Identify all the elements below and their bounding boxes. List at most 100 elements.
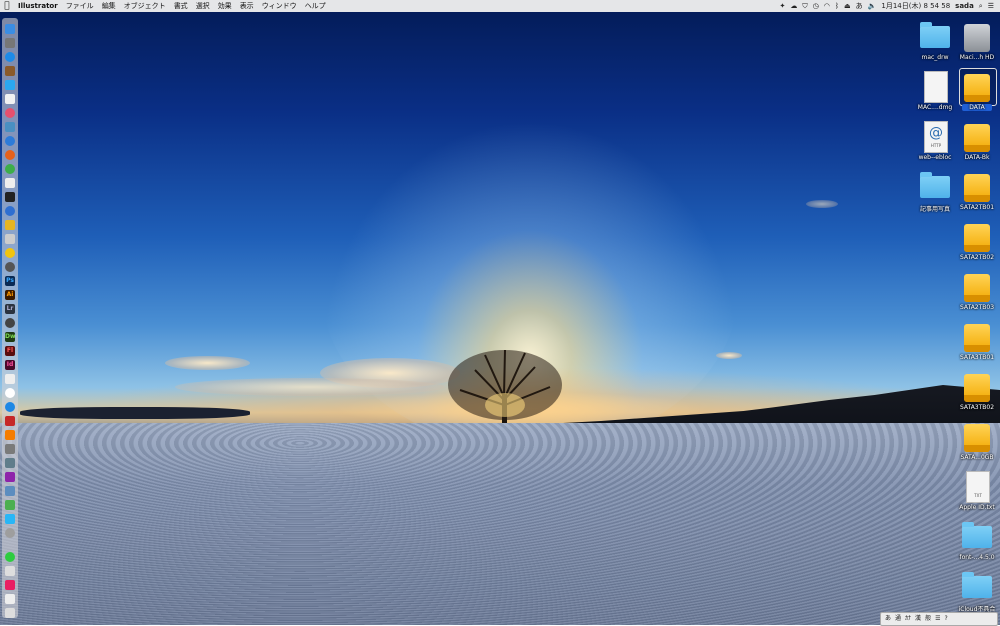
finder-icon[interactable] — [5, 24, 15, 34]
menu-app-name[interactable]: Illustrator — [14, 0, 62, 12]
app-icon[interactable] — [5, 472, 15, 482]
shield-icon[interactable]: ⛉ — [802, 0, 807, 12]
app-icon[interactable] — [5, 206, 15, 216]
desktop-icon-label: font-...4.5.0 — [959, 554, 995, 561]
time-machine-icon[interactable]: ◷ — [813, 0, 819, 12]
downloads-stack-icon[interactable] — [5, 608, 15, 618]
desktop-icon-drive[interactable]: SATA2TB03 — [955, 266, 999, 314]
desktop-icon-label: SATA2TB02 — [959, 254, 995, 261]
folder-icon — [920, 22, 950, 48]
folder-icon — [962, 572, 992, 598]
desktop-icon-drive[interactable]: SATA3TB01 — [955, 316, 999, 364]
eject-icon[interactable]: ⏏ — [844, 0, 851, 12]
ime-menu-icon[interactable]: ☰ — [935, 613, 940, 625]
desktop-icon-drive[interactable]: DATA-Bk — [955, 116, 999, 164]
chrome-icon[interactable] — [5, 164, 15, 174]
app-store-icon[interactable] — [5, 80, 15, 90]
preview-icon[interactable] — [5, 122, 15, 132]
desktop-wallpaper — [0, 0, 1000, 625]
app-icon[interactable] — [5, 402, 15, 412]
desktop-icon-drive-selected[interactable]: DATA — [955, 66, 999, 114]
app-icon[interactable] — [5, 458, 15, 468]
flash-icon[interactable]: Fl — [5, 346, 15, 356]
app-icon[interactable] — [5, 66, 15, 76]
notes-icon[interactable] — [5, 178, 15, 188]
desktop-icon-text-file[interactable]: TXT Apple ID.txt — [955, 466, 999, 514]
menu-file[interactable]: ファイル — [62, 0, 98, 12]
firefox-icon[interactable] — [5, 150, 15, 160]
app-icon[interactable] — [5, 262, 15, 272]
cloud — [175, 378, 445, 396]
ime-general[interactable]: 般 — [925, 613, 931, 625]
desktop-icon-folder[interactable]: mac_drw — [913, 16, 957, 64]
desktop-icon-drive[interactable]: SATA2TB02 — [955, 216, 999, 264]
menu-view[interactable]: 表示 — [236, 0, 258, 12]
bluetooth-icon[interactable]: ᛒ — [835, 0, 839, 12]
vlc-icon[interactable] — [5, 430, 15, 440]
photoshop-icon[interactable]: Ps — [5, 276, 15, 286]
lightroom-icon[interactable]: Lr — [5, 304, 15, 314]
input-method-icon[interactable]: あ — [856, 0, 863, 12]
illustrator-icon[interactable]: Ai — [5, 290, 15, 300]
desktop-icon-folder[interactable]: font-...4.5.0 — [955, 516, 999, 564]
launchpad-icon[interactable] — [5, 38, 15, 48]
app-icon[interactable] — [5, 318, 15, 328]
desktop-icon-folder[interactable]: 記事用写真 — [913, 166, 957, 214]
acrobat-icon[interactable] — [5, 374, 15, 384]
line-icon[interactable] — [5, 552, 15, 562]
wifi-icon[interactable]: ◠ — [824, 0, 830, 12]
app-icon[interactable] — [5, 514, 15, 524]
desktop-icon-label: SATA3TB02 — [959, 404, 995, 411]
radiation-icon[interactable] — [5, 248, 15, 258]
menu-help[interactable]: ヘルプ — [301, 0, 330, 12]
soccer-ball-icon[interactable] — [5, 388, 15, 398]
cloud-icon[interactable]: ☁ — [790, 0, 797, 12]
app-icon[interactable] — [5, 416, 15, 426]
indesign-icon[interactable]: Id — [5, 360, 15, 370]
calendar-icon[interactable] — [5, 94, 15, 104]
menu-effect[interactable]: 効果 — [214, 0, 236, 12]
desktop-icon-webloc[interactable]: @ HTTP web--ebloc — [913, 116, 957, 164]
desktop-icon-label: SATA2TB03 — [959, 304, 995, 311]
clock[interactable]: 1月14日(木) 8 54 58 — [881, 0, 950, 12]
app-icon[interactable] — [5, 234, 15, 244]
menu-window[interactable]: ウィンドウ — [258, 0, 301, 12]
desktop-icon-hard-drive[interactable]: Maci...h HD — [955, 16, 999, 64]
spotlight-icon[interactable]: ⌕ — [979, 0, 983, 12]
app-icon[interactable] — [5, 528, 15, 538]
external-drive-icon — [964, 374, 990, 402]
ime-kanji[interactable]: 漢 — [915, 613, 921, 625]
menu-type[interactable]: 書式 — [170, 0, 192, 12]
menu-edit[interactable]: 編集 — [98, 0, 120, 12]
app-icon[interactable] — [5, 486, 15, 496]
user-name[interactable]: sada — [955, 0, 974, 12]
app-icon[interactable] — [5, 136, 15, 146]
app-icon[interactable] — [5, 500, 15, 510]
app-icon[interactable] — [5, 580, 15, 590]
desktop-icon-dmg[interactable]: MAC....dmg — [913, 66, 957, 114]
help-icon[interactable]: ? — [944, 613, 947, 625]
itunes-icon[interactable] — [5, 108, 15, 118]
apple-menu-icon[interactable]:  — [0, 0, 14, 12]
volume-icon[interactable]: 🔈 — [868, 0, 877, 12]
dropbox-icon[interactable]: ✦ — [780, 0, 786, 12]
ime-kana[interactable]: ｶﾅ — [905, 613, 911, 625]
desktop-icon-label: mac_drw — [921, 54, 949, 61]
ime-mode[interactable]: 通 — [895, 613, 901, 625]
dreamweaver-icon[interactable]: Dw — [5, 332, 16, 342]
app-icon[interactable] — [5, 566, 15, 576]
safari-icon[interactable] — [5, 52, 15, 62]
external-drive-icon — [964, 174, 990, 202]
desktop-icon-drive[interactable]: SATA3TB02 — [955, 366, 999, 414]
desktop-icon-folder[interactable]: iCloud不具合 — [955, 566, 999, 614]
app-icon[interactable] — [5, 220, 15, 230]
notification-center-icon[interactable]: ☰ — [988, 0, 994, 12]
menu-object[interactable]: オブジェクト — [120, 0, 170, 12]
terminal-icon[interactable] — [5, 192, 15, 202]
menu-select[interactable]: 選択 — [192, 0, 214, 12]
app-icon[interactable] — [5, 444, 15, 454]
desktop-icon-drive[interactable]: SATA2TB01 — [955, 166, 999, 214]
ime-hiragana[interactable]: あ — [885, 613, 891, 625]
desktop-icon-drive[interactable]: SATA...0GB — [955, 416, 999, 464]
documents-stack-icon[interactable] — [5, 594, 15, 604]
